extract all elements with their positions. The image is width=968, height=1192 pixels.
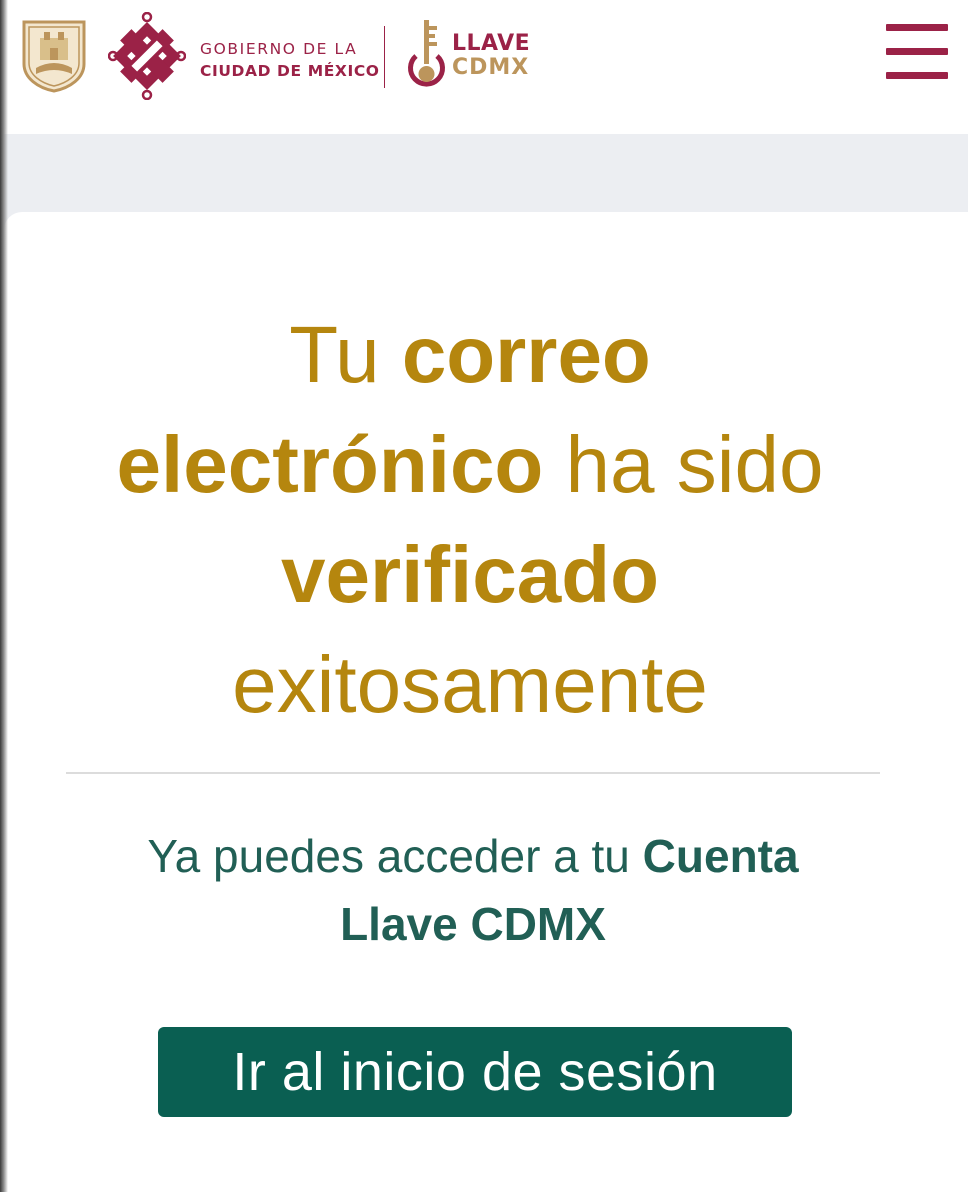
government-wordmark: GOBIERNO DE LA CIUDAD DE MÉXICO bbox=[200, 38, 380, 82]
gov-line-2: CIUDAD DE MÉXICO bbox=[200, 62, 380, 80]
key-icon bbox=[408, 20, 445, 87]
menu-bar bbox=[886, 24, 948, 31]
title-line-3: verificado bbox=[40, 520, 900, 630]
title-line-4: exitosamente bbox=[40, 630, 900, 740]
subtitle-emphasis: Cuenta bbox=[642, 830, 799, 882]
gov-line-1: GOBIERNO DE LA bbox=[200, 40, 358, 58]
site-header: GOBIERNO DE LA CIUDAD DE MÉXICO LLAVE CD… bbox=[0, 0, 968, 134]
menu-bar bbox=[886, 48, 948, 55]
brand-line-1: LLAVE bbox=[452, 31, 531, 56]
content-divider bbox=[66, 772, 880, 774]
title-emphasis: correo bbox=[401, 310, 651, 399]
subtitle-text: Ya puedes acceder a tu bbox=[147, 830, 643, 882]
cdmx-logo-icon bbox=[108, 12, 186, 100]
shield-icon bbox=[22, 20, 86, 93]
title-emphasis: verificado bbox=[281, 530, 659, 619]
subtitle-line-2: Llave CDMX bbox=[40, 890, 906, 958]
go-to-login-button[interactable]: Ir al inicio de sesión bbox=[158, 1027, 792, 1117]
title-text: ha sido bbox=[543, 420, 824, 509]
llave-cdmx-wordmark: LLAVE CDMX bbox=[452, 32, 530, 80]
menu-icon[interactable] bbox=[886, 22, 950, 82]
title-line-1: Tu correo bbox=[40, 300, 900, 410]
title-text: Tu bbox=[289, 310, 402, 399]
brand-line-2: CDMX bbox=[452, 55, 530, 80]
title-emphasis: electrónico bbox=[116, 420, 544, 509]
subtitle-emphasis: Llave CDMX bbox=[340, 898, 606, 950]
subtitle-line-1: Ya puedes acceder a tu Cuenta bbox=[40, 822, 906, 890]
menu-bar bbox=[886, 72, 948, 79]
page-title: Tu correo electrónico ha sido verificado… bbox=[40, 300, 900, 740]
title-text: exitosamente bbox=[232, 640, 708, 729]
screen-edge-shadow bbox=[0, 0, 8, 1192]
access-message: Ya puedes acceder a tu Cuenta Llave CDMX bbox=[40, 822, 906, 958]
title-line-2: electrónico ha sido bbox=[40, 410, 900, 520]
header-divider bbox=[384, 26, 385, 88]
